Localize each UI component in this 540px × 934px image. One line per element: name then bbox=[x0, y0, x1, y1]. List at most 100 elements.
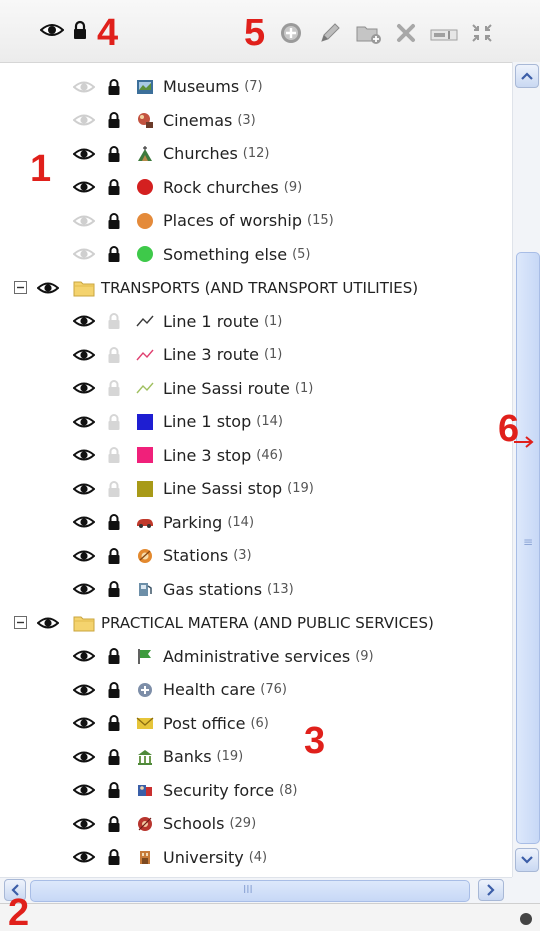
eye-icon[interactable] bbox=[73, 850, 95, 864]
layer-item-row[interactable]: Rock churches (9) bbox=[0, 171, 512, 204]
scroll-down-button[interactable] bbox=[515, 848, 539, 872]
eye-icon[interactable] bbox=[73, 314, 95, 328]
layer-item-row[interactable]: Gas stations (13) bbox=[0, 573, 512, 606]
layer-item-row[interactable]: Schools (29) bbox=[0, 807, 512, 840]
lock-icon[interactable] bbox=[107, 312, 121, 330]
callout-marker-5: 5 bbox=[244, 12, 266, 54]
layer-item-row[interactable]: Places of worship (15) bbox=[0, 204, 512, 237]
eye-icon[interactable] bbox=[73, 783, 95, 797]
eye-icon[interactable] bbox=[73, 716, 95, 730]
layer-item-row[interactable]: University (4) bbox=[0, 841, 512, 874]
horizontal-scrollbar[interactable]: III bbox=[0, 877, 512, 904]
lock-icon[interactable] bbox=[107, 781, 121, 799]
eye-icon[interactable] bbox=[73, 817, 95, 831]
lock-icon[interactable] bbox=[107, 848, 121, 866]
lock-icon[interactable] bbox=[72, 20, 88, 44]
lock-icon[interactable] bbox=[107, 580, 121, 598]
layer-item-row[interactable]: Line Sassi stop (19) bbox=[0, 472, 512, 505]
delete-icon[interactable] bbox=[396, 23, 416, 47]
layer-item-row[interactable]: Cinemas (3) bbox=[0, 104, 512, 137]
eye-icon[interactable] bbox=[73, 415, 95, 429]
eye-icon[interactable] bbox=[73, 247, 95, 261]
layer-item-row[interactable]: Churches (12) bbox=[0, 137, 512, 170]
eye-icon[interactable] bbox=[73, 482, 95, 496]
layer-item-row[interactable]: Line 1 route (1) bbox=[0, 305, 512, 338]
lock-icon[interactable] bbox=[107, 748, 121, 766]
eye-icon[interactable] bbox=[73, 348, 95, 362]
eye-icon[interactable] bbox=[73, 147, 95, 161]
lock-icon[interactable] bbox=[107, 446, 121, 464]
lock-icon[interactable] bbox=[107, 513, 121, 531]
eye-icon[interactable] bbox=[37, 616, 59, 630]
group-label: TRANSPORTS (AND TRANSPORT UTILITIES) bbox=[101, 278, 419, 297]
lock-icon[interactable] bbox=[107, 111, 121, 129]
layer-item-row[interactable]: Museums (7) bbox=[0, 70, 512, 103]
lock-icon[interactable] bbox=[107, 480, 121, 498]
group-label: PRACTICAL MATERA (AND PUBLIC SERVICES) bbox=[101, 613, 434, 632]
chevron-up-icon bbox=[521, 72, 533, 80]
lock-icon[interactable] bbox=[107, 212, 121, 230]
layer-item-row[interactable]: Administrative services (9) bbox=[0, 640, 512, 673]
eye-icon[interactable] bbox=[73, 750, 95, 764]
vertical-scrollbar[interactable]: ≡ bbox=[512, 62, 540, 877]
layer-group-row[interactable]: PRACTICAL MATERA (AND PUBLIC SERVICES) bbox=[0, 606, 512, 639]
rename-icon[interactable] bbox=[430, 27, 458, 46]
layer-item-row[interactable]: Stations (3) bbox=[0, 539, 512, 572]
layer-label: Gas stations bbox=[163, 579, 263, 599]
layer-item-row[interactable]: Banks (19) bbox=[0, 740, 512, 773]
lock-icon[interactable] bbox=[107, 647, 121, 665]
eye-icon[interactable] bbox=[73, 549, 95, 563]
layer-item-row[interactable]: Line 3 stop (46) bbox=[0, 439, 512, 472]
layer-item-row[interactable]: Line Sassi route (1) bbox=[0, 372, 512, 405]
eye-icon[interactable] bbox=[73, 683, 95, 697]
eye-icon[interactable] bbox=[73, 113, 95, 127]
lock-icon[interactable] bbox=[107, 714, 121, 732]
eye-icon[interactable] bbox=[73, 582, 95, 596]
eye-icon[interactable] bbox=[37, 281, 59, 295]
legend-square-icon bbox=[135, 413, 155, 431]
eye-icon[interactable] bbox=[73, 381, 95, 395]
layer-item-row[interactable]: Post office (6) bbox=[0, 707, 512, 740]
layer-label: Something else bbox=[163, 244, 288, 264]
lock-icon[interactable] bbox=[107, 815, 121, 833]
layer-label: University bbox=[163, 847, 244, 867]
layer-item-row[interactable]: Something else (5) bbox=[0, 238, 512, 271]
eye-icon[interactable] bbox=[73, 515, 95, 529]
eye-icon[interactable] bbox=[73, 214, 95, 228]
layer-item-row[interactable]: Security force (8) bbox=[0, 774, 512, 807]
lock-icon[interactable] bbox=[107, 346, 121, 364]
eye-icon[interactable] bbox=[73, 649, 95, 663]
layer-group-row[interactable]: TRANSPORTS (AND TRANSPORT UTILITIES) bbox=[0, 271, 512, 304]
layer-item-row[interactable]: Line 1 stop (14) bbox=[0, 405, 512, 438]
lock-icon[interactable] bbox=[107, 245, 121, 263]
lock-icon[interactable] bbox=[107, 681, 121, 699]
scroll-grip: III bbox=[243, 883, 253, 896]
collapse-toggle-icon[interactable] bbox=[14, 281, 27, 294]
callout-marker-4: 4 bbox=[97, 12, 119, 54]
eye-icon[interactable] bbox=[73, 180, 95, 194]
folder-add-icon[interactable] bbox=[356, 23, 382, 49]
lock-icon[interactable] bbox=[107, 547, 121, 565]
lock-icon[interactable] bbox=[107, 178, 121, 196]
scroll-up-button[interactable] bbox=[515, 64, 539, 88]
lock-icon[interactable] bbox=[107, 145, 121, 163]
edit-icon[interactable] bbox=[318, 21, 342, 49]
layer-item-row[interactable]: Line 3 route (1) bbox=[0, 338, 512, 371]
collapse-toggle-icon[interactable] bbox=[14, 616, 27, 629]
eye-icon[interactable] bbox=[39, 22, 65, 42]
flag-icon bbox=[135, 647, 155, 665]
collapse-icon[interactable] bbox=[470, 22, 494, 48]
vertical-scroll-thumb[interactable]: ≡ bbox=[516, 252, 540, 844]
layer-item-row[interactable]: Health care (76) bbox=[0, 673, 512, 706]
eye-icon[interactable] bbox=[73, 80, 95, 94]
eye-icon[interactable] bbox=[73, 448, 95, 462]
lock-icon[interactable] bbox=[107, 78, 121, 96]
layer-item-row[interactable]: Parking (14) bbox=[0, 506, 512, 539]
lock-icon[interactable] bbox=[107, 413, 121, 431]
scroll-right-button[interactable] bbox=[478, 879, 504, 901]
layer-label: Line 1 route bbox=[163, 311, 259, 331]
lock-icon[interactable] bbox=[107, 379, 121, 397]
callout-marker-3: 3 bbox=[304, 720, 326, 762]
add-icon[interactable] bbox=[280, 22, 302, 48]
horizontal-scroll-thumb[interactable]: III bbox=[30, 880, 470, 902]
